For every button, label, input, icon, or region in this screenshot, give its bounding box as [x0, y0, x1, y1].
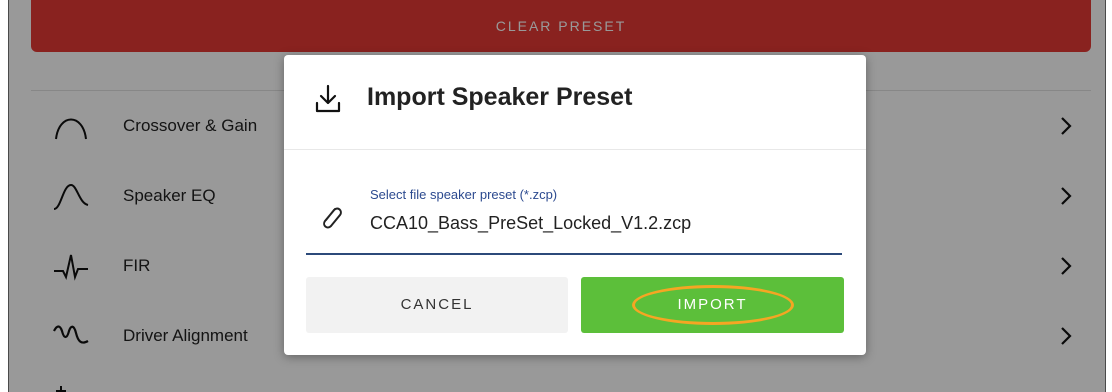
dialog-title: Import Speaker Preset — [367, 83, 633, 111]
screen: CLEAR PRESET Crossover & Gain Speaker EQ — [0, 0, 1112, 392]
cancel-button[interactable]: CANCEL — [306, 277, 568, 333]
file-field-label: Select file speaker preset (*.zcp) — [370, 187, 558, 202]
dialog-header: Import Speaker Preset — [284, 55, 866, 150]
file-field-value: CCA10_Bass_PreSet_Locked_V1.2.zcp — [370, 213, 692, 233]
download-icon — [315, 84, 341, 113]
import-preset-dialog: Import Speaker Preset Select file speake… — [284, 55, 866, 355]
import-highlight-annotation — [632, 285, 794, 325]
paperclip-icon — [323, 207, 342, 229]
preset-file-field[interactable]: Select file speaker preset (*.zcp) CCA10… — [306, 183, 842, 255]
app-frame: CLEAR PRESET Crossover & Gain Speaker EQ — [8, 0, 1106, 392]
